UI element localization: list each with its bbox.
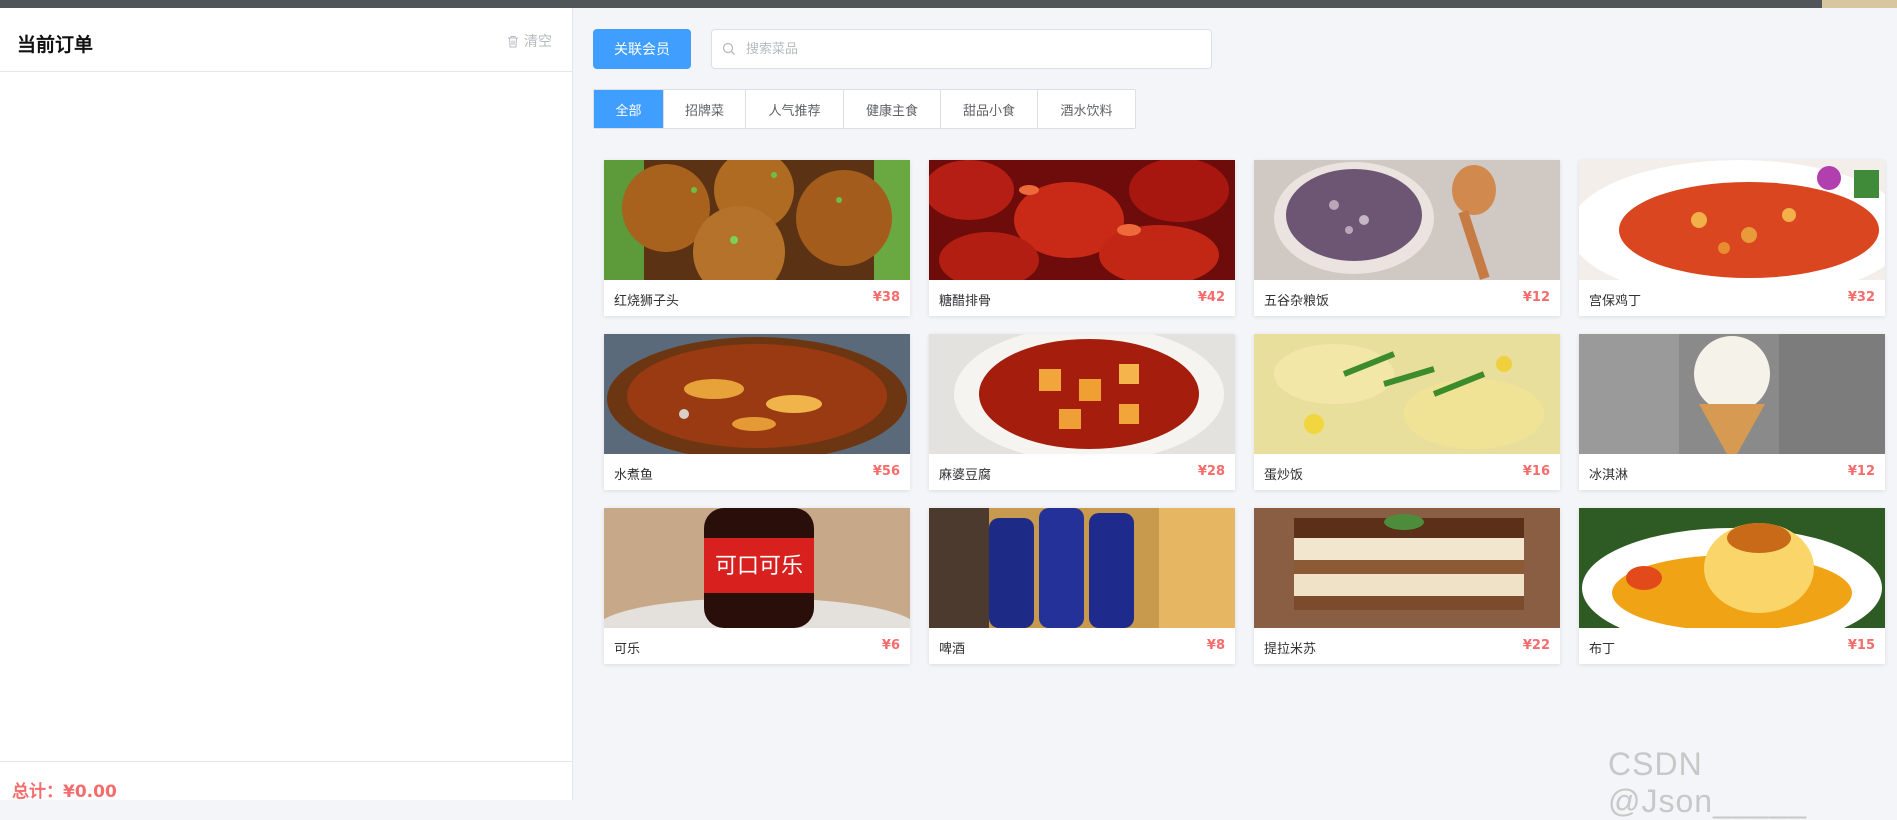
dish-card[interactable]: 冰淇淋 ¥12 <box>1579 334 1885 490</box>
dish-name: 糖醋排骨 <box>939 294 992 309</box>
dish-card[interactable]: 布丁 ¥15 <box>1579 508 1885 664</box>
dish-image <box>1579 508 1885 628</box>
dish-name: 麻婆豆腐 <box>939 468 992 483</box>
search-icon <box>722 42 735 55</box>
dish-image <box>1579 160 1885 280</box>
dish-name: 冰淇淋 <box>1589 468 1629 483</box>
dish-image <box>929 160 1235 280</box>
dish-image <box>1254 160 1560 280</box>
dish-card[interactable]: 提拉米苏 ¥22 <box>1254 508 1560 664</box>
dish-name: 蛋炒饭 <box>1264 468 1304 483</box>
dish-image <box>929 508 1235 628</box>
top-bar <box>0 0 1897 8</box>
tab-drinks[interactable]: 酒水饮料 <box>1038 90 1135 128</box>
dish-name: 啤酒 <box>939 642 966 657</box>
total-value: ¥0.00 <box>63 782 117 802</box>
dish-price: ¥38 <box>872 290 900 305</box>
order-panel: 当前订单 清空 总计：¥0.00 <box>0 8 573 802</box>
dish-price: ¥15 <box>1847 638 1875 653</box>
tab-popular[interactable]: 人气推荐 <box>746 90 844 128</box>
link-member-button[interactable]: 关联会员 <box>593 29 691 69</box>
watermark: CSDN @Json_____ <box>1608 746 1808 819</box>
dish-card[interactable]: 啤酒 ¥8 <box>929 508 1235 664</box>
dish-card[interactable]: 红烧狮子头 ¥38 <box>604 160 910 316</box>
dish-name: 布丁 <box>1589 642 1616 657</box>
dish-name: 提拉米苏 <box>1264 642 1317 657</box>
dish-price: ¥12 <box>1847 464 1875 479</box>
tab-desserts[interactable]: 甜品小食 <box>941 90 1038 128</box>
svg-text:可口可乐: 可口可乐 <box>715 554 803 579</box>
dish-image <box>929 334 1235 454</box>
top-bar-accent <box>1822 0 1897 8</box>
dish-name: 五谷杂粮饭 <box>1264 294 1330 309</box>
dish-name: 可乐 <box>614 642 641 657</box>
dish-price: ¥6 <box>881 638 900 653</box>
dish-price: ¥32 <box>1847 290 1875 305</box>
dish-image <box>1579 334 1885 454</box>
dish-price: ¥12 <box>1522 290 1550 305</box>
trash-icon <box>508 35 518 47</box>
dish-image <box>1254 334 1560 454</box>
dish-price: ¥8 <box>1206 638 1225 653</box>
dish-name: 水煮鱼 <box>614 468 654 483</box>
dish-card[interactable]: 麻婆豆腐 ¥28 <box>929 334 1235 490</box>
dish-price: ¥22 <box>1522 638 1550 653</box>
total-label: 总计： <box>12 782 63 802</box>
dish-card[interactable]: 糖醋排骨 ¥42 <box>929 160 1235 316</box>
dish-card[interactable]: 蛋炒饭 ¥16 <box>1254 334 1560 490</box>
order-total-bar: 总计：¥0.00 <box>0 761 572 802</box>
dish-image: 可口可乐 <box>604 508 910 628</box>
tab-signature[interactable]: 招牌菜 <box>664 90 746 128</box>
dish-price: ¥56 <box>872 464 900 479</box>
clear-order-label: 清空 <box>524 34 552 50</box>
search-box[interactable] <box>711 29 1212 69</box>
dish-price: ¥42 <box>1197 290 1225 305</box>
order-header: 当前订单 清空 <box>0 8 572 72</box>
dish-price: ¥16 <box>1522 464 1550 479</box>
dish-card[interactable]: 可口可乐 可乐 ¥6 <box>604 508 910 664</box>
category-tabs: 全部 招牌菜 人气推荐 健康主食 甜品小食 酒水饮料 <box>593 89 1136 129</box>
dish-image <box>1254 508 1560 628</box>
tab-all[interactable]: 全部 <box>594 90 664 128</box>
dish-image <box>604 334 910 454</box>
search-input[interactable] <box>744 40 1188 58</box>
dish-card[interactable]: 水煮鱼 ¥56 <box>604 334 910 490</box>
dish-card[interactable]: 宫保鸡丁 ¥32 <box>1579 160 1885 316</box>
order-title: 当前订单 <box>17 34 94 56</box>
dish-name: 宫保鸡丁 <box>1589 294 1642 309</box>
order-total: 总计：¥0.00 <box>12 777 117 802</box>
dish-price: ¥28 <box>1197 464 1225 479</box>
order-list <box>0 72 572 762</box>
tab-healthy-staples[interactable]: 健康主食 <box>844 90 941 128</box>
clear-order-button[interactable]: 清空 <box>507 31 552 51</box>
dish-image <box>604 160 910 280</box>
dish-card[interactable]: 五谷杂粮饭 ¥12 <box>1254 160 1560 316</box>
dish-name: 红烧狮子头 <box>614 294 680 309</box>
